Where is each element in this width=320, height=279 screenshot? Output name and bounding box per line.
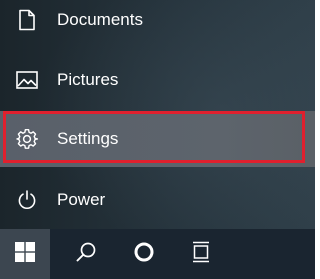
menu-item-power[interactable]: Power (0, 172, 315, 228)
pictures-icon (16, 69, 38, 91)
start-menu-screen: Documents Pictures Settings Power (0, 0, 315, 279)
menu-item-settings[interactable]: Settings (0, 111, 315, 167)
start-button[interactable] (0, 229, 50, 279)
windows-logo-icon (15, 241, 35, 267)
taskbar (0, 229, 315, 279)
cortana-button[interactable] (119, 229, 169, 279)
menu-item-label: Pictures (57, 70, 119, 89)
search-icon (75, 241, 97, 268)
menu-item-label: Documents (57, 10, 143, 29)
menu-item-pictures[interactable]: Pictures (0, 52, 315, 108)
gear-icon (16, 128, 38, 150)
task-view-button[interactable] (176, 229, 226, 279)
search-button[interactable] (61, 229, 111, 279)
document-icon (16, 9, 38, 31)
menu-item-label: Power (57, 190, 106, 209)
start-menu-left-pane: Documents Pictures Settings Power (0, 0, 315, 227)
task-view-icon (191, 241, 211, 268)
cortana-circle-icon (133, 241, 155, 268)
highlight-box (3, 111, 305, 163)
menu-item-label: Settings (57, 129, 119, 148)
menu-item-documents[interactable]: Documents (0, 0, 315, 48)
power-icon (16, 189, 38, 211)
